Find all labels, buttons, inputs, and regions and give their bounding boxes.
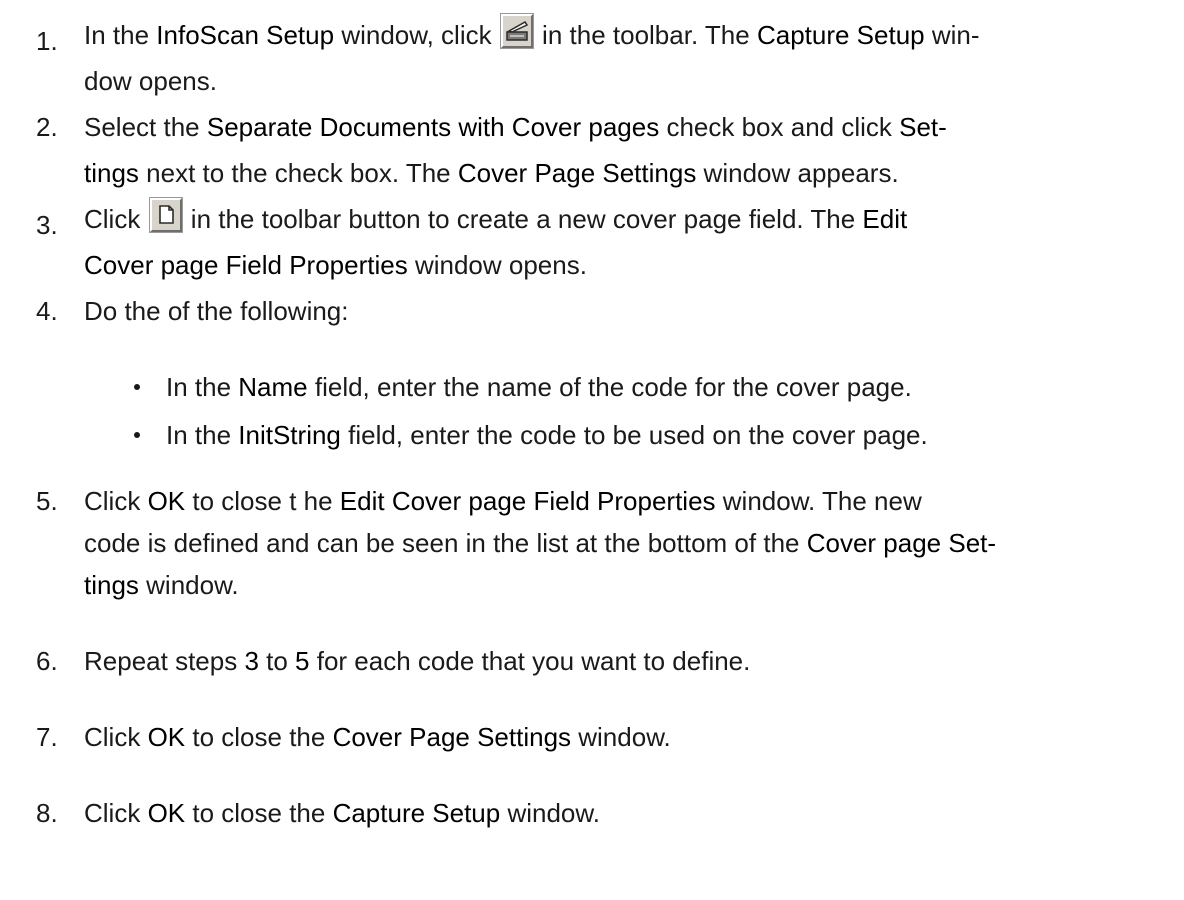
ui-term: Set- — [899, 112, 947, 142]
ui-term: tings — [84, 570, 139, 600]
step-3: 3. Click in the toolbar button to create… — [36, 196, 1166, 288]
step-text: Click OK to close t he Edit Cover page F… — [84, 486, 997, 600]
step-number: 8. — [36, 798, 58, 828]
step-number: 5. — [36, 486, 58, 516]
step-text: Click OK to close the Cover Page Setting… — [84, 722, 671, 752]
ui-term: InitString — [238, 420, 341, 450]
step-text: Select the Separate Documents with Cover… — [84, 112, 947, 188]
step-text: In the InfoScan Setup window, click in t… — [84, 12, 1166, 104]
step-4: 4. Do the of the following: — [36, 288, 1166, 334]
ui-term: OK — [147, 722, 186, 752]
step-text: Do the of the following: — [84, 296, 349, 326]
step-2: 2. Select the Separate Documents with Co… — [36, 104, 1166, 196]
ui-term: OK — [147, 798, 186, 828]
step-8: 8. Click OK to close the Capture Setup w… — [36, 790, 1166, 836]
ui-term: Edit Cover page Field Properties — [339, 486, 716, 516]
ui-term: Edit — [862, 204, 908, 234]
ui-term: Cover Page Settings — [457, 158, 697, 188]
ui-term: Cover page Field Properties — [84, 250, 408, 280]
new-page-icon — [149, 198, 182, 232]
ui-term: tings — [84, 158, 139, 188]
ui-term: OK — [147, 486, 186, 516]
ui-term: 3 — [244, 646, 259, 676]
bullet-icon — [134, 384, 140, 390]
step-number: 1. — [36, 26, 58, 56]
bullet-list: In the Name field, enter the name of the… — [132, 364, 1162, 458]
step-5: 5. Click OK to close t he Edit Cover pag… — [36, 480, 1166, 606]
step-text: Click in the toolbar button to create a … — [84, 196, 1166, 288]
step-number: 7. — [36, 722, 58, 752]
ui-term: InfoScan Setup — [156, 20, 335, 50]
ui-term: Separate Documents with Cover pages — [206, 112, 660, 142]
procedure-document: 1. In the InfoScan Setup window, click i… — [0, 0, 1184, 900]
list-item: In the Name field, enter the name of the… — [132, 364, 1162, 410]
step-text: Click OK to close the Capture Setup wind… — [84, 798, 600, 828]
step-number: 3. — [36, 210, 58, 240]
ui-term: Cover Page Settings — [332, 722, 572, 752]
ui-term: Cover page Set- — [806, 528, 997, 558]
step-number: 6. — [36, 646, 58, 676]
step-7: 7. Click OK to close the Cover Page Sett… — [36, 714, 1166, 760]
step-text: Repeat steps 3 to 5 for each code that y… — [84, 646, 751, 676]
step-number: 2. — [36, 112, 58, 142]
step-number: 4. — [36, 296, 58, 326]
bullet-icon — [134, 432, 140, 438]
ui-term: Capture Setup — [756, 20, 925, 50]
step-1: 1. In the InfoScan Setup window, click i… — [36, 12, 1166, 104]
step-6: 6. Repeat steps 3 to 5 for each code tha… — [36, 638, 1166, 684]
ui-term: Name — [238, 372, 308, 402]
scanner-icon — [500, 14, 533, 48]
ui-term: Capture Setup — [332, 798, 501, 828]
ui-term: 5 — [295, 646, 310, 676]
list-item: In the InitString field, enter the code … — [132, 412, 1162, 458]
